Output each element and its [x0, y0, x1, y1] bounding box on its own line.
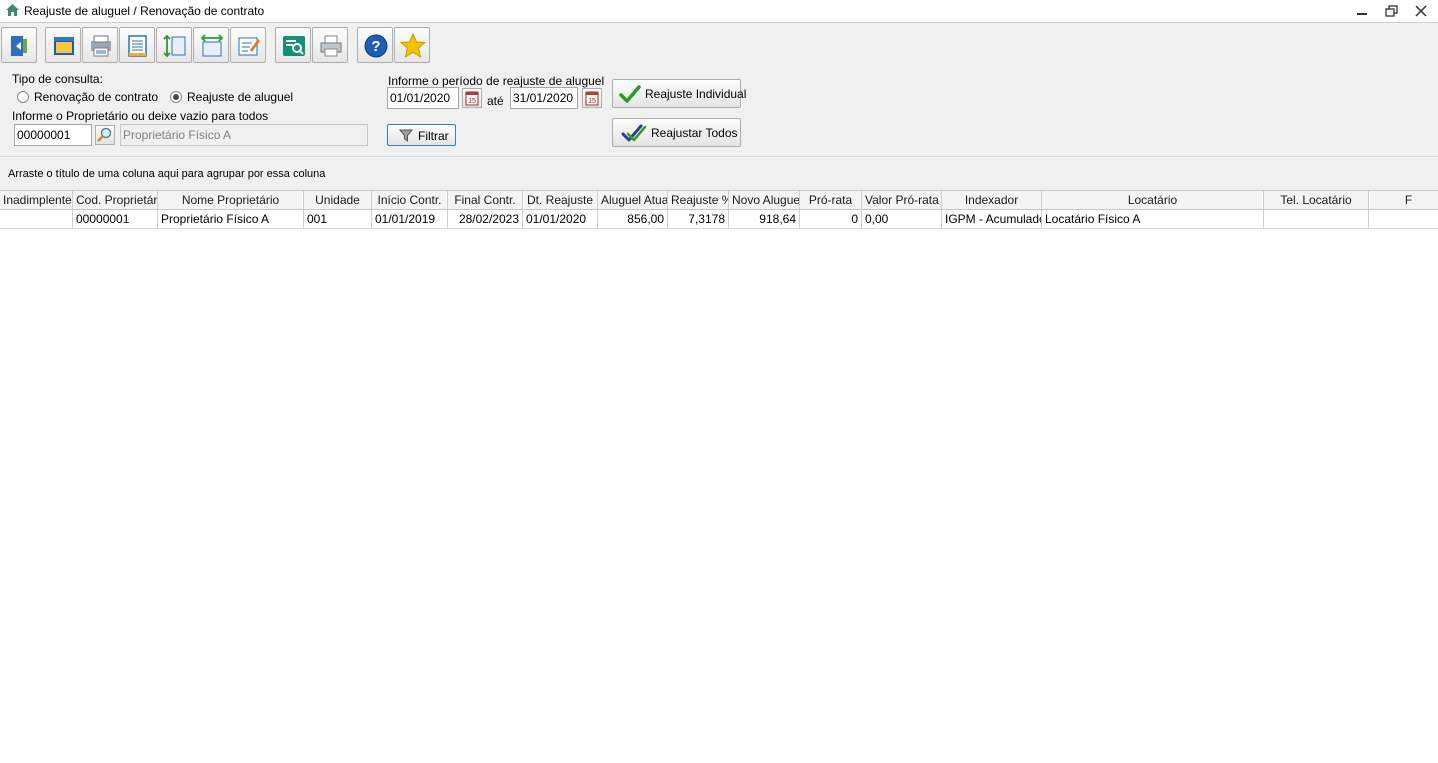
document-list-button[interactable]: [119, 27, 155, 63]
help-icon: ?: [364, 34, 388, 58]
toolbar: ?: [0, 23, 1438, 65]
calendar-icon: 15: [585, 91, 599, 106]
favorite-button[interactable]: [394, 27, 430, 63]
date-from-input[interactable]: 01/01/2020: [387, 87, 459, 109]
group-by-hint: Arraste o título de uma coluna aqui para…: [8, 168, 326, 180]
cell-dt-reajuste[interactable]: 01/01/2020: [523, 210, 598, 228]
fit-columns-icon: [200, 34, 224, 57]
print-button[interactable]: [312, 27, 348, 63]
close-icon[interactable]: [1411, 3, 1431, 19]
printer-icon: [320, 35, 342, 57]
magnifier-icon: [97, 127, 112, 142]
radio-renovacao-label[interactable]: Renovação de contrato: [34, 90, 158, 104]
radio-reajuste[interactable]: [170, 91, 182, 103]
double-check-icon: [621, 124, 647, 142]
proprietario-name-field: Proprietário Físico A: [120, 124, 368, 146]
cell-reajuste-pct[interactable]: 7,3178: [668, 210, 729, 228]
edit-grid-button[interactable]: [230, 27, 266, 63]
fit-columns-button[interactable]: [193, 27, 229, 63]
restore-icon[interactable]: [1382, 3, 1402, 19]
column-header-inicio-contr[interactable]: Início Contr.: [372, 191, 448, 209]
svg-text:15: 15: [588, 98, 596, 105]
table-row[interactable]: 00000001 Proprietário Físico A 001 01/01/20…: [0, 210, 1438, 229]
column-header-aluguel-atual[interactable]: Aluguel Atual: [598, 191, 668, 209]
printer-list-icon: [91, 35, 111, 57]
radio-renovacao[interactable]: [17, 91, 29, 103]
column-header-pro-rata[interactable]: Pró-rata: [800, 191, 862, 209]
expand-rows-icon: [163, 34, 186, 58]
date-from-calendar-button[interactable]: 15: [462, 88, 482, 108]
reajuste-individual-label: Reajuste Individual: [645, 87, 747, 101]
svg-text:15: 15: [468, 98, 476, 105]
ate-label: até: [487, 94, 504, 108]
edit-grid-icon: [238, 37, 260, 56]
cell-nome-proprietario[interactable]: Proprietário Físico A: [158, 210, 304, 228]
reajustar-todos-label: Reajustar Todos: [651, 126, 738, 140]
column-header-valor-pro-rata[interactable]: Valor Pró-rata: [862, 191, 942, 209]
column-header-indexador[interactable]: Indexador: [942, 191, 1042, 209]
column-header-locatario[interactable]: Locatário: [1042, 191, 1264, 209]
filtrar-button[interactable]: Filtrar: [387, 124, 456, 146]
column-header-f[interactable]: F: [1369, 191, 1438, 209]
favorite-star-icon: [400, 33, 426, 59]
exit-button[interactable]: [1, 27, 37, 63]
date-to-input[interactable]: 31/01/2020: [510, 87, 578, 109]
filter-funnel-icon: [399, 129, 413, 142]
group-by-panel[interactable]: Arraste o título de uma coluna aqui para…: [0, 156, 1438, 191]
preview-search-icon: [283, 36, 305, 56]
tipo-consulta-label: Tipo de consulta:: [12, 72, 103, 86]
cell-aluguel-atual[interactable]: 856,00: [598, 210, 668, 228]
filtrar-label: Filtrar: [418, 129, 449, 143]
window-title: Reajuste de aluguel / Renovação de contr…: [24, 4, 265, 18]
print-list-button[interactable]: [82, 27, 118, 63]
column-header-tel-locatario[interactable]: Tel. Locatário: [1264, 191, 1369, 209]
column-header-cod-proprietario[interactable]: Cod. Proprietário: [73, 191, 158, 209]
reajuste-individual-button[interactable]: Reajuste Individual: [612, 79, 746, 108]
cell-indexador[interactable]: IGPM - Acumulado: [942, 210, 1042, 228]
minimize-icon[interactable]: [1352, 3, 1372, 19]
reajustar-todos-button[interactable]: Reajustar Todos: [612, 118, 741, 147]
cell-final-contr[interactable]: 28/02/2023: [448, 210, 523, 228]
calendar-icon: 15: [465, 91, 479, 106]
help-button[interactable]: ?: [357, 27, 393, 63]
preview-button[interactable]: [275, 27, 311, 63]
home-icon: [6, 4, 19, 16]
title-bar: Reajuste de aluguel / Renovação de contr…: [0, 0, 1438, 23]
svg-text:?: ?: [371, 38, 380, 55]
cell-unidade[interactable]: 001: [304, 210, 372, 228]
window-icon: [54, 37, 74, 55]
cell-inadimplente[interactable]: [0, 210, 73, 228]
proprietario-code-input[interactable]: 00000001: [14, 124, 92, 146]
column-header-unidade[interactable]: Unidade: [304, 191, 372, 209]
document-list-icon: [128, 35, 147, 57]
grid-header: Inadimplente Cod. Proprietário Nome Propri…: [0, 191, 1438, 210]
column-header-nome-proprietario[interactable]: Nome Proprietário: [158, 191, 304, 209]
radio-reajuste-label[interactable]: Reajuste de aluguel: [187, 90, 293, 104]
cell-tel-locatario[interactable]: [1264, 210, 1369, 228]
cell-valor-pro-rata[interactable]: 0,00: [862, 210, 942, 228]
column-header-novo-aluguel[interactable]: Novo Aluguel: [729, 191, 800, 209]
periodo-label: Informe o período de reajuste de aluguel: [388, 74, 605, 88]
column-header-reajuste-pct[interactable]: Reajuste %: [668, 191, 729, 209]
cell-cod-proprietario[interactable]: 00000001: [73, 210, 158, 228]
exit-door-icon: [11, 36, 27, 56]
proprietario-label: Informe o Proprietário ou deixe vazio pa…: [12, 109, 269, 123]
window-button[interactable]: [45, 27, 81, 63]
date-to-calendar-button[interactable]: 15: [582, 88, 602, 108]
cell-inicio-contr[interactable]: 01/01/2019: [372, 210, 448, 228]
column-header-final-contr[interactable]: Final Contr.: [448, 191, 523, 209]
expand-rows-button[interactable]: [156, 27, 192, 63]
cell-f[interactable]: [1369, 210, 1438, 228]
cell-locatario[interactable]: Locatário Físico A: [1042, 210, 1264, 228]
column-header-inadimplente[interactable]: Inadimplente: [0, 191, 73, 209]
cell-pro-rata[interactable]: 0: [800, 210, 862, 228]
cell-novo-aluguel[interactable]: 918,64: [729, 210, 800, 228]
data-grid[interactable]: Inadimplente Cod. Proprietário Nome Propri…: [0, 190, 1438, 763]
column-header-dt-reajuste[interactable]: Dt. Reajuste: [523, 191, 598, 209]
search-proprietario-button[interactable]: [95, 125, 115, 145]
check-icon: [619, 85, 641, 103]
